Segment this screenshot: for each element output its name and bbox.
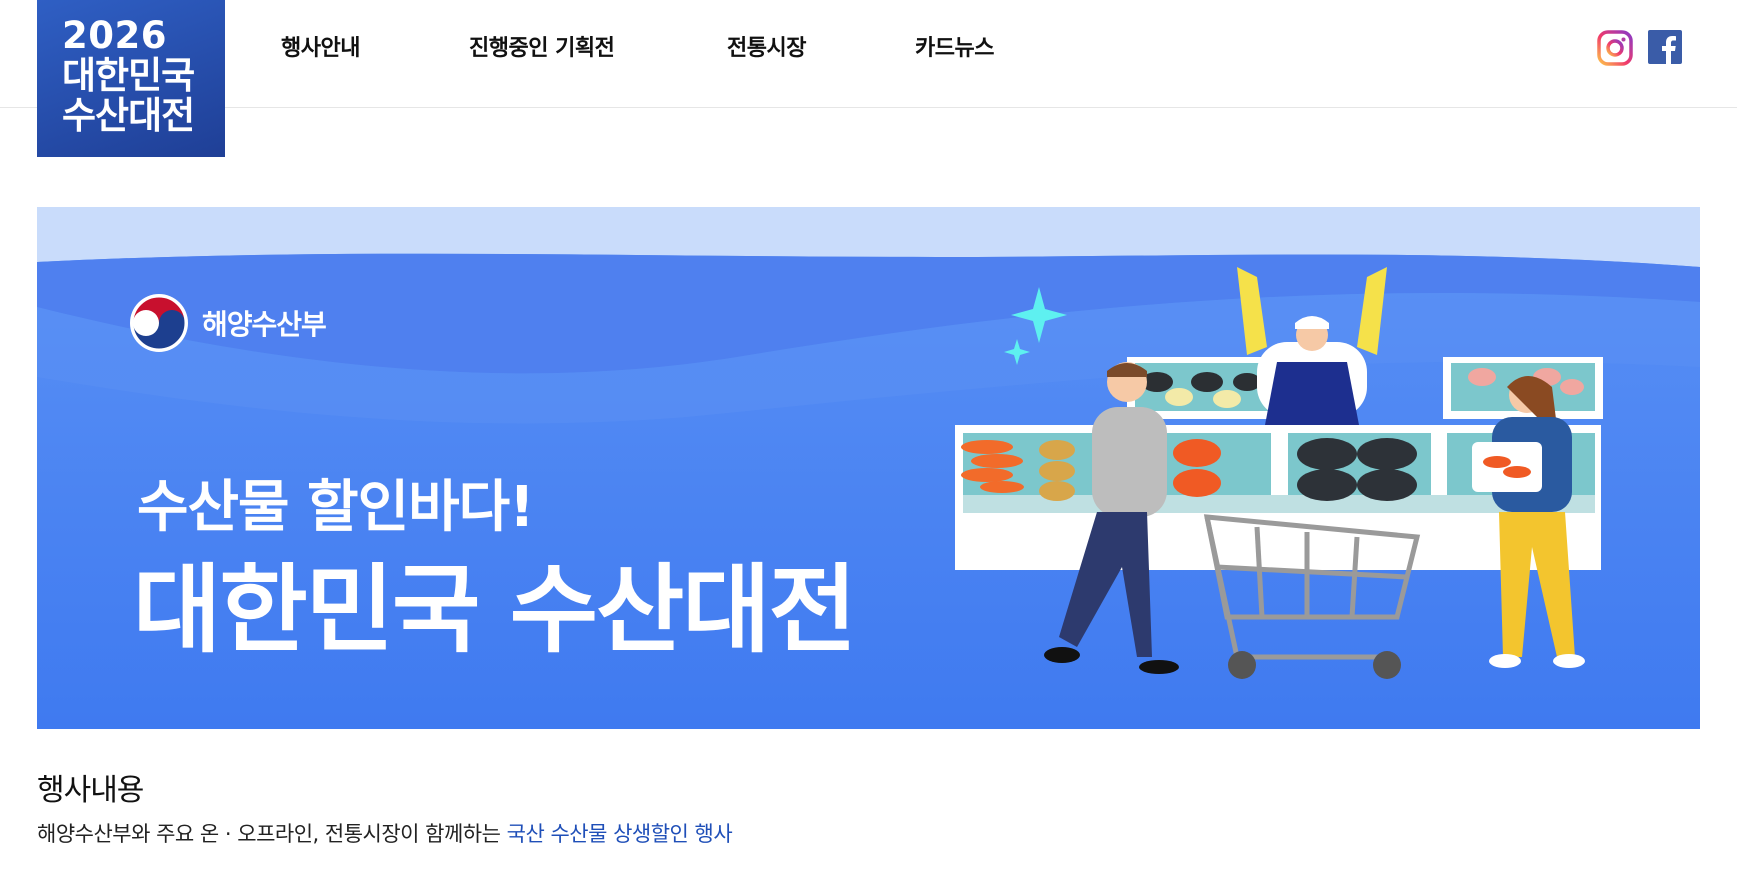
ministry-logo: 해양수산부 bbox=[129, 293, 327, 353]
logo-line3: 수산대전 bbox=[62, 94, 195, 137]
section-title-event-details: 행사내용 bbox=[37, 773, 144, 808]
site-header: 행사안내 진행중인 기획전 전통시장 카드뉴스 bbox=[0, 0, 1737, 108]
instagram-icon[interactable] bbox=[1597, 30, 1633, 66]
nav-item-card-news[interactable]: 카드뉴스 bbox=[915, 30, 994, 62]
banner-subtitle: 수산물 할인바다! bbox=[137, 475, 535, 540]
nav-item-exhibitions[interactable]: 진행중인 기획전 bbox=[469, 30, 615, 62]
nav-item-traditional-market[interactable]: 전통시장 bbox=[727, 30, 806, 62]
event-description: 해양수산부와 주요 온 · 오프라인, 전통시장이 함께하는 국산 수산물 상생… bbox=[37, 818, 733, 848]
taegeuk-icon bbox=[130, 294, 188, 352]
facebook-icon[interactable] bbox=[1648, 30, 1684, 66]
site-logo[interactable]: 2026 대한민국 수산대전 bbox=[37, 0, 225, 157]
market-illustration bbox=[955, 267, 1603, 679]
logo-year: 2026 bbox=[62, 14, 167, 57]
logo-line2: 대한민국 bbox=[62, 54, 195, 97]
ministry-name: 해양수산부 bbox=[202, 308, 327, 341]
nav-item-event-info[interactable]: 행사안내 bbox=[281, 30, 360, 62]
banner-title: 대한민국 수산대전 bbox=[133, 554, 857, 666]
event-description-text: 해양수산부와 주요 온 · 오프라인, 전통시장이 함께하는 bbox=[37, 822, 507, 846]
hero-banner[interactable]: 해양수산부 수산물 할인바다! 대한민국 수산대전 bbox=[37, 207, 1700, 729]
event-description-link[interactable]: 국산 수산물 상생할인 행사 bbox=[507, 822, 733, 846]
